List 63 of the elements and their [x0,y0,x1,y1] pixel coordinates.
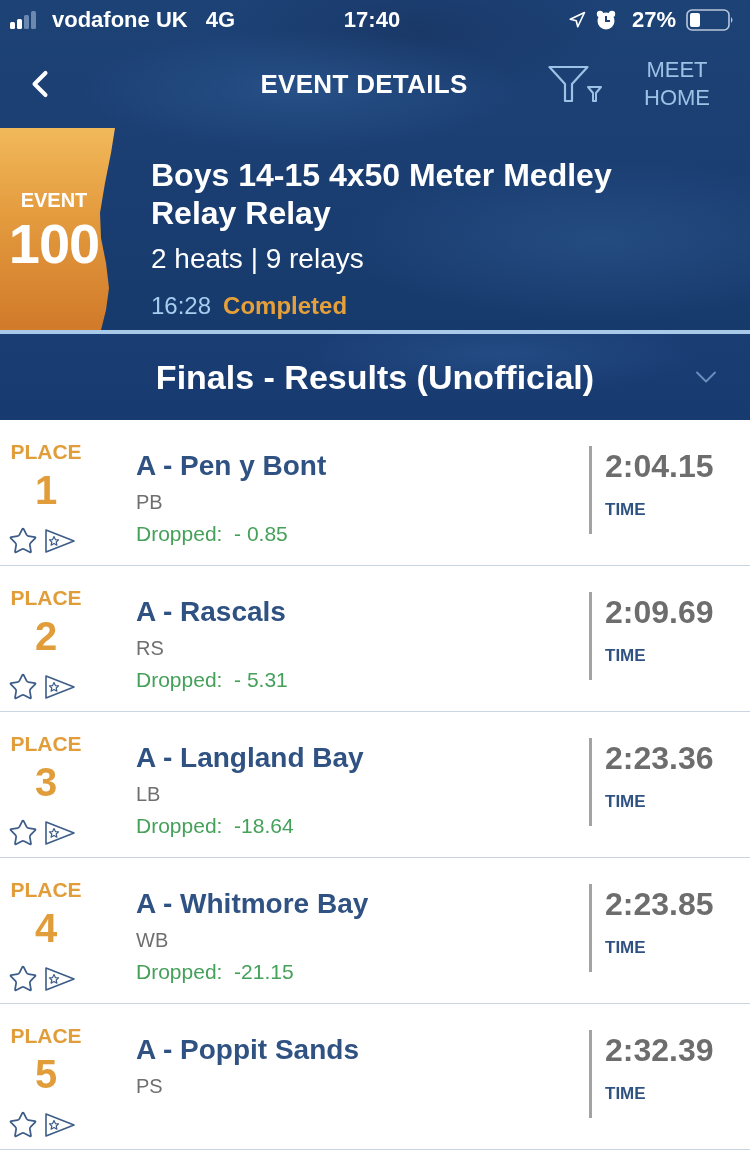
place-label: PLACE [10,878,82,902]
result-time: 2:23.85 [605,885,715,923]
event-title: Boys 14-15 4x50 Meter Medley Relay Relay [151,156,613,232]
clock-time: 17:40 [343,7,401,33]
place-number: 3 [34,760,58,804]
star-icon[interactable] [8,964,38,994]
battery-icon [686,9,734,31]
result-time: 2:04.15 [605,447,715,485]
event-summary: 2 heats | 9 relays [151,242,365,276]
time-label: TIME [605,646,647,666]
time-label: TIME [605,938,647,958]
place-label: PLACE [10,586,82,610]
team-code: WB [136,928,170,952]
pennant-icon[interactable] [44,528,76,554]
place-label: PLACE [10,1024,82,1048]
place-number: 1 [34,468,58,512]
network-type: 4G [205,7,236,33]
place-number: 2 [34,614,58,658]
place-number: 5 [34,1052,58,1096]
battery-percent: 27% [631,7,676,33]
result-time: 2:32.39 [605,1031,715,1069]
team-code: RS [136,636,165,660]
event-status: Completed [223,292,348,320]
team-name: A - Rascals [136,595,287,629]
results-selector[interactable]: Finals - Results (Unofficial) [0,334,750,420]
event-time: 16:28 [151,292,212,320]
time-label: TIME [605,1084,647,1104]
time-label: TIME [605,792,647,812]
place-number: 4 [34,906,58,950]
team-name: A - Langland Bay [136,741,365,775]
event-label: EVENT [20,188,88,212]
place-label: PLACE [10,732,82,756]
star-icon[interactable] [8,1110,38,1140]
result-time: 2:09.69 [605,593,715,631]
location-arrow-icon [567,11,586,29]
star-icon[interactable] [8,526,38,556]
pennant-icon[interactable] [44,966,76,992]
star-icon[interactable] [8,818,38,848]
filter-button[interactable] [548,65,602,103]
team-code: LB [136,782,162,806]
dropped-time: Dropped: -18.64 [136,813,295,839]
time-label: TIME [605,500,647,520]
result-time: 2:23.36 [605,739,715,777]
meet-home-button[interactable]: MEET HOME [644,56,710,112]
dropped-time: Dropped: - 5.31 [136,667,289,693]
dropped-time: Dropped: - 0.85 [136,521,289,547]
carrier-name: vodafone UK [52,7,188,33]
team-name: A - Pen y Bont [136,449,328,483]
pennant-icon[interactable] [44,1112,76,1138]
team-name: A - Whitmore Bay [136,887,370,921]
alarm-clock-icon [595,10,616,30]
team-code: PB [136,490,164,514]
event-number: 100 [8,211,100,276]
star-icon[interactable] [8,672,38,702]
page-title: EVENT DETAILS [260,68,468,100]
team-name: A - Poppit Sands [136,1033,360,1067]
place-label: PLACE [10,440,82,464]
pennant-icon[interactable] [44,674,76,700]
dropped-time: Dropped: -21.15 [136,959,295,985]
filter-icon [548,65,602,103]
signal-icon [10,11,36,29]
team-code: PS [136,1074,164,1098]
pennant-icon[interactable] [44,820,76,846]
